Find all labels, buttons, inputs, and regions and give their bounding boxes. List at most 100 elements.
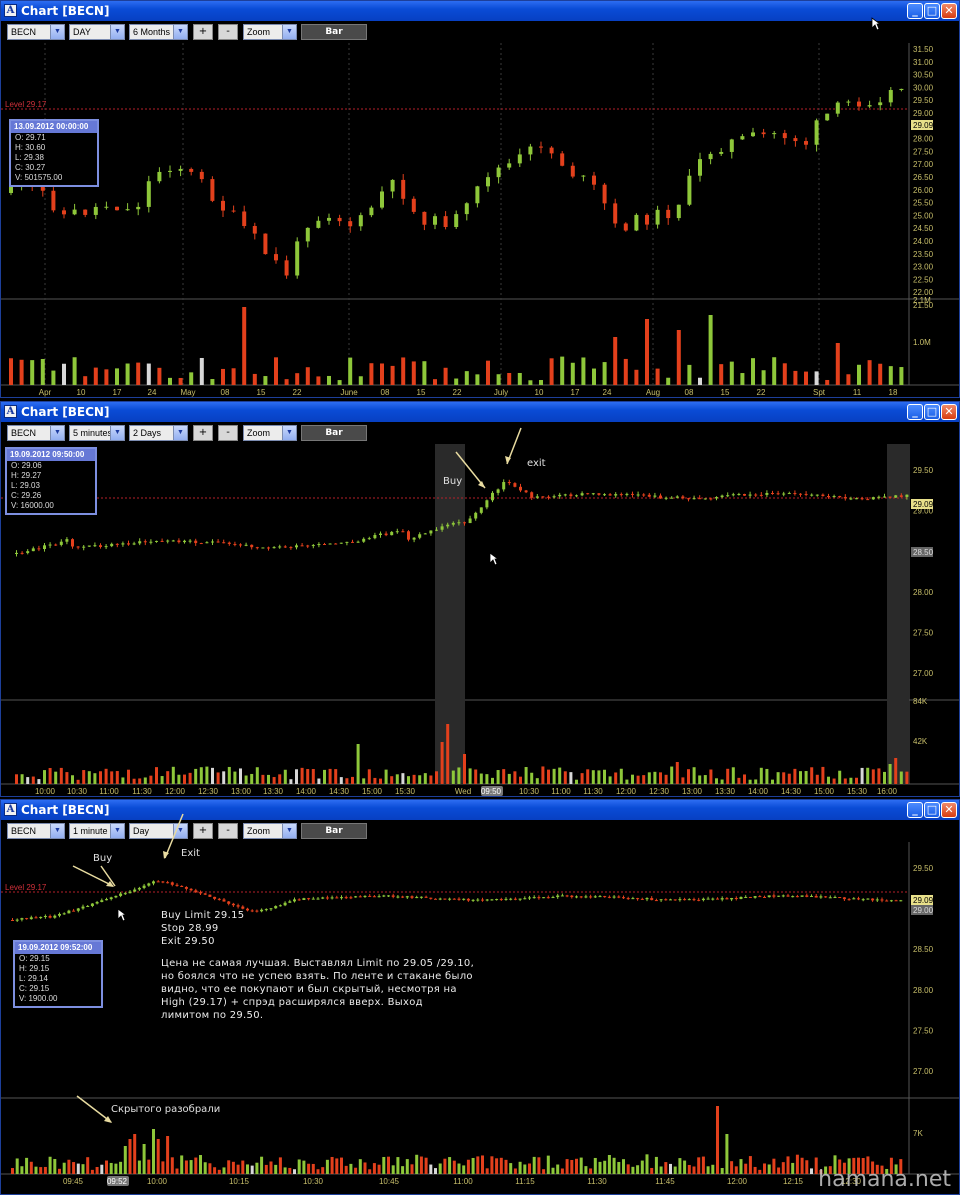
volume-bar xyxy=(401,773,405,784)
chevron-down-icon[interactable]: ▼ xyxy=(110,25,124,39)
volume-bar xyxy=(177,774,181,784)
volume-bar xyxy=(454,378,459,385)
volume-bar xyxy=(423,773,427,784)
volume-bar xyxy=(295,769,298,784)
interval-select[interactable]: DAY ▼ xyxy=(69,24,125,40)
candle-body xyxy=(464,203,469,215)
zoom-select[interactable]: Zoom ▼ xyxy=(243,24,297,40)
range-select[interactable]: 6 Months ▼ xyxy=(129,24,188,40)
price-tick-label: 23.50 xyxy=(913,250,934,259)
volume-bar xyxy=(772,357,777,385)
volume-bar xyxy=(537,1157,541,1174)
candle-body xyxy=(457,522,461,524)
time-tick-label: Spt xyxy=(813,388,826,397)
volume-bar xyxy=(132,778,136,784)
level-label: Level 29.17 xyxy=(5,100,47,109)
volume-bar xyxy=(119,1161,123,1174)
time-tick-label: 09:45 xyxy=(63,1177,84,1186)
time-tick-label: 12:00 xyxy=(727,1177,748,1186)
window-titlebar[interactable]: A Chart [BECN] _ □ ✕ xyxy=(1,1,959,21)
volume-bar xyxy=(734,1166,738,1174)
volume-bar xyxy=(412,774,416,784)
annotation-arrows xyxy=(455,427,522,489)
volume-bar xyxy=(160,776,164,784)
volume-bar xyxy=(471,1157,475,1174)
volume-bar xyxy=(843,778,847,784)
candle-body xyxy=(222,542,226,544)
info-date: 13.09.2012 00:00:00 xyxy=(11,121,97,133)
volume-bar xyxy=(424,1157,428,1174)
candle-body xyxy=(93,545,97,547)
volume-bar xyxy=(274,357,278,385)
candle-body xyxy=(72,209,77,215)
time-tick-label: 13:00 xyxy=(682,787,703,796)
close-icon[interactable]: ✕ xyxy=(941,3,957,19)
volume-bar xyxy=(457,767,461,784)
volume-bar xyxy=(438,1163,442,1174)
volume-bar xyxy=(300,767,304,784)
volume-bar xyxy=(231,368,236,385)
time-tick-label: 11:15 xyxy=(515,1177,535,1186)
info-close: C: 30.27 xyxy=(15,163,46,172)
candle-body xyxy=(451,522,455,525)
maximize-icon[interactable]: □ xyxy=(924,3,940,19)
price-chart-daily[interactable]: 31.5031.0030.5030.0029.5029.0028.5028.00… xyxy=(1,43,959,398)
candle-body xyxy=(306,545,310,547)
volume-bar xyxy=(767,1164,771,1174)
candle-body xyxy=(337,217,342,222)
volume-bar xyxy=(363,1162,367,1174)
time-tick-label: 22 xyxy=(293,388,302,397)
info-volume: V: 501575.00 xyxy=(15,173,63,182)
volume-bar xyxy=(871,769,875,784)
volume-bar xyxy=(199,357,204,385)
volume-bar xyxy=(274,1164,278,1174)
volume-bar xyxy=(208,1163,212,1174)
chevron-down-icon[interactable]: ▼ xyxy=(282,25,296,39)
volume-bar xyxy=(524,767,528,784)
candle-body xyxy=(87,545,91,547)
chevron-down-icon[interactable]: ▼ xyxy=(173,25,187,39)
candle-body xyxy=(110,543,114,547)
volume-bar xyxy=(575,779,578,784)
volume-bar xyxy=(37,779,41,784)
volume-bar xyxy=(634,369,639,385)
volume-bar xyxy=(278,774,282,784)
zoom-in-button[interactable]: + xyxy=(193,24,213,40)
candle-body xyxy=(263,233,268,255)
volume-bar xyxy=(377,1164,381,1174)
volume-bar xyxy=(127,769,130,784)
candle-body xyxy=(379,533,382,536)
candle-body xyxy=(227,542,231,544)
volume-bar xyxy=(655,368,660,385)
volume-bar xyxy=(547,769,550,784)
zoom-out-button[interactable]: - xyxy=(218,24,238,40)
volume-bar xyxy=(105,1160,108,1174)
time-tick-label: 15:30 xyxy=(847,787,868,796)
volume-bar xyxy=(199,1155,202,1174)
volume-bar xyxy=(138,778,142,784)
volume-bar xyxy=(759,767,763,784)
candle-body xyxy=(323,544,326,546)
candle-body xyxy=(76,546,80,548)
chevron-down-icon[interactable]: ▼ xyxy=(50,25,64,39)
volume-bar xyxy=(222,771,226,784)
bar-style-button[interactable]: Bar xyxy=(301,24,367,40)
volume-bar xyxy=(255,767,259,784)
candle-body xyxy=(99,545,102,547)
volume-bar xyxy=(603,1160,607,1174)
volume-bar xyxy=(772,1158,776,1174)
volume-bar xyxy=(114,1163,118,1174)
volume-bar xyxy=(584,1166,588,1174)
volume-bar xyxy=(269,1161,273,1174)
minimize-icon[interactable]: _ xyxy=(907,3,923,19)
volume-bar xyxy=(246,1164,249,1174)
volume-bar xyxy=(267,774,270,784)
volume-bar xyxy=(669,1163,672,1174)
volume-bar xyxy=(761,370,766,385)
volume-bar xyxy=(698,775,702,784)
volume-bar xyxy=(476,1156,480,1174)
volume-bar xyxy=(345,778,349,784)
symbol-select[interactable]: BECN ▼ xyxy=(7,24,65,40)
time-tick-label: July xyxy=(494,388,508,397)
candle-body xyxy=(846,101,851,103)
